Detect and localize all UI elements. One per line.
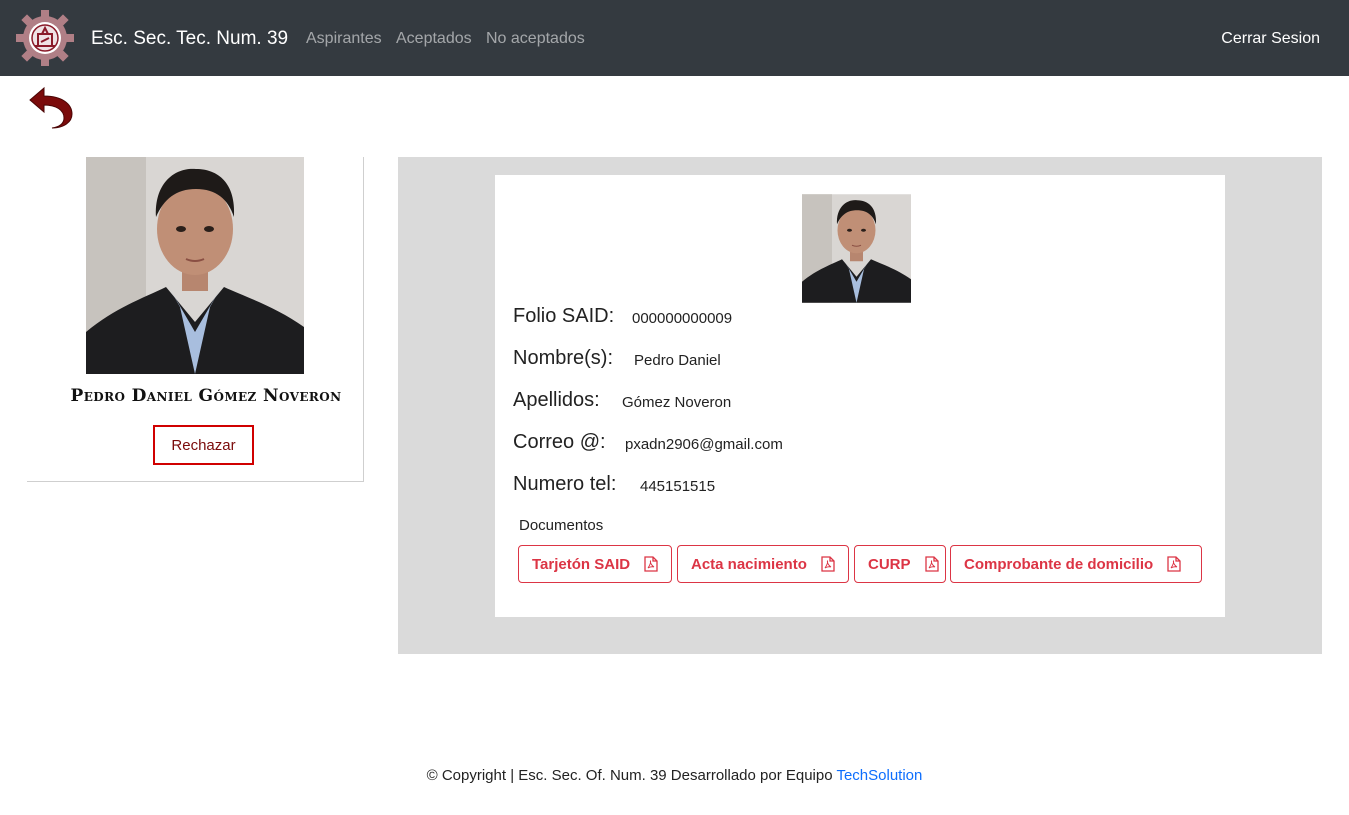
nav-no-aceptados[interactable]: No aceptados [486,30,585,48]
nav-aspirantes[interactable]: Aspirantes [306,30,382,48]
doc-button-acta[interactable]: Acta nacimiento [677,545,849,583]
applicant-thumbnail [802,194,911,303]
applicant-card: Pedro Daniel Gómez Noveron Rechazar [27,157,364,482]
doc-label: Acta nacimiento [691,555,807,573]
reject-button[interactable]: Rechazar [153,425,254,465]
file-pdf-icon [821,556,835,572]
apellidos-value: Gómez Noveron [622,394,732,411]
doc-label: Tarjetón SAID [532,555,631,573]
details-panel: Folio SAID: 000000000009 Nombre(s): Pedr… [398,157,1322,654]
school-emblem-icon[interactable] [14,8,76,68]
footer-link[interactable]: TechSolution [836,767,922,784]
apellidos-label: Apellidos: [513,389,600,411]
undo-arrow-icon[interactable] [26,84,74,132]
file-pdf-icon [644,556,658,572]
doc-button-curp[interactable]: CURP [854,545,946,583]
brand-title[interactable]: Esc. Sec. Tec. Num. 39 [91,28,288,50]
documents-title: Documentos [519,517,604,534]
applicant-full-name: Pedro Daniel Gómez Noveron [70,386,342,406]
doc-button-tarjeton[interactable]: Tarjetón SAID [518,545,672,583]
file-pdf-icon [1167,556,1181,572]
applicant-photo [86,157,304,374]
logout-link[interactable]: Cerrar Sesion [1221,30,1320,48]
folio-value: 000000000009 [632,310,733,327]
footer: © Copyright | Esc. Sec. Of. Num. 39 Desa… [0,767,1349,784]
telefono-label: Numero tel: [513,473,617,495]
top-navbar: Esc. Sec. Tec. Num. 39 Aspirantes Acepta… [0,0,1349,76]
doc-label: Comprobante de domicilio [964,555,1154,573]
correo-label: Correo @: [513,431,606,453]
doc-button-comprobante[interactable]: Comprobante de domicilio [950,545,1202,583]
telefono-value: 445151515 [640,478,716,495]
nombre-value: Pedro Daniel [634,352,721,369]
nav-aceptados[interactable]: Aceptados [396,30,472,48]
file-pdf-icon [924,556,939,572]
footer-text: © Copyright | Esc. Sec. Of. Num. 39 Desa… [426,767,837,784]
doc-label: CURP [868,555,911,573]
nombre-label: Nombre(s): [513,347,614,369]
correo-value: pxadn2906@gmail.com [625,436,783,453]
details-card: Folio SAID: 000000000009 Nombre(s): Pedr… [495,175,1225,617]
folio-label: Folio SAID: [513,305,615,327]
